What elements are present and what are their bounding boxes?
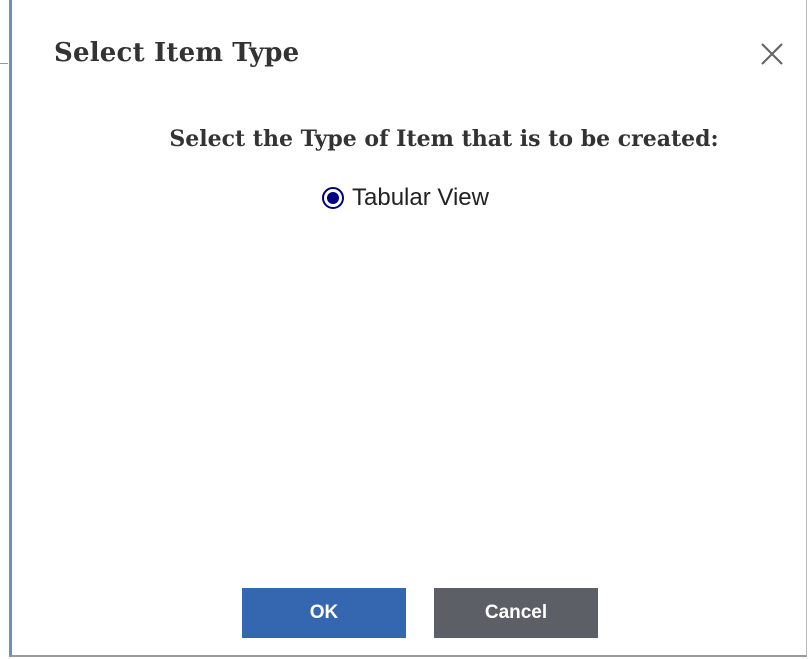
ok-button[interactable]: OK [242,588,406,638]
close-icon [761,43,783,65]
radio-button[interactable] [322,187,344,209]
radio-option-tabular-view[interactable]: Tabular View [322,184,489,212]
dialog-prompt: Select the Type of Item that is to be cr… [169,126,719,152]
cancel-button[interactable]: Cancel [434,588,598,638]
select-item-type-dialog: Select Item Type Select the Type of Item… [9,0,807,657]
background-divider [0,63,8,64]
close-button[interactable] [754,36,790,72]
radio-selected-dot [327,192,339,204]
dialog-title: Select Item Type [54,38,300,68]
screen: Select Item Type Select the Type of Item… [0,0,809,659]
radio-label: Tabular View [352,184,489,211]
